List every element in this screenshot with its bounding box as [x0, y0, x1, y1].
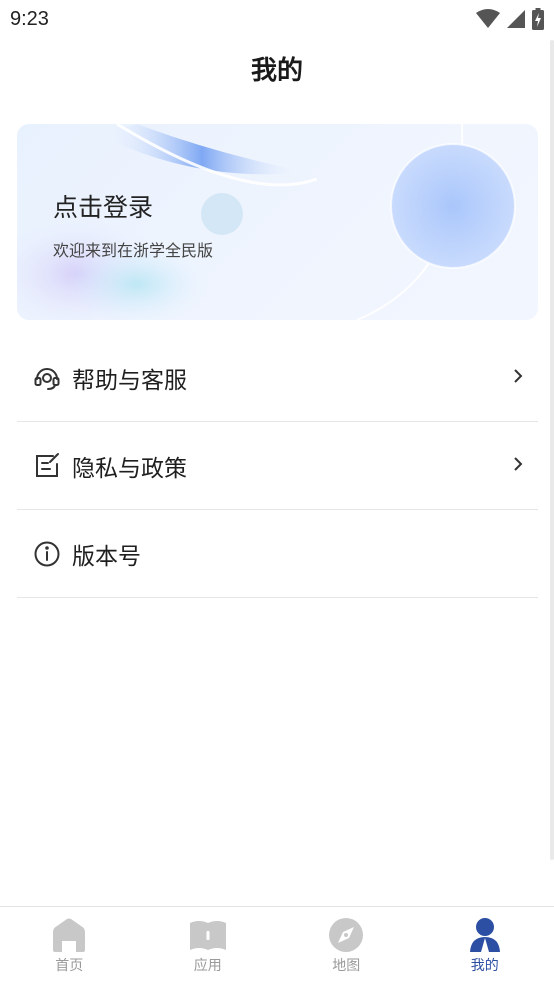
tab-label: 应用 — [194, 955, 222, 975]
tab-label: 我的 — [471, 955, 499, 975]
battery-charging-icon — [532, 8, 544, 30]
wifi-icon — [476, 9, 500, 29]
chevron-right-icon — [512, 455, 524, 477]
menu-item-label: 版本号 — [72, 537, 141, 571]
tab-bar: 首页 应用 地图 我的 — [0, 906, 554, 985]
status-time: 9:23 — [10, 8, 49, 31]
status-icons — [476, 8, 544, 30]
tab-apps[interactable]: 应用 — [139, 907, 278, 985]
tab-map[interactable]: 地图 — [277, 907, 416, 985]
compass-icon — [327, 917, 365, 953]
tab-mine[interactable]: 我的 — [416, 907, 554, 985]
menu-item-help[interactable]: 帮助与客服 — [17, 334, 538, 422]
chevron-right-icon — [512, 367, 524, 389]
cellular-signal-icon — [506, 9, 526, 29]
login-title: 点击登录 — [53, 188, 153, 224]
headset-icon — [32, 363, 62, 393]
status-bar: 9:23 — [0, 0, 554, 38]
tab-label: 首页 — [55, 955, 83, 975]
menu-item-privacy[interactable]: 隐私与政策 — [17, 422, 538, 510]
tab-label: 地图 — [332, 955, 360, 975]
tab-home[interactable]: 首页 — [0, 907, 139, 985]
scrollbar[interactable] — [550, 40, 554, 860]
login-card[interactable]: 点击登录 欢迎来到在浙学全民版 — [17, 124, 538, 320]
book-icon — [189, 917, 227, 953]
menu-item-label: 帮助与客服 — [72, 361, 187, 395]
menu-item-version[interactable]: 版本号 — [17, 510, 538, 598]
home-icon — [50, 917, 88, 953]
login-subtitle: 欢迎来到在浙学全民版 — [53, 237, 213, 261]
page-title: 我的 — [0, 50, 554, 87]
user-icon — [466, 917, 504, 953]
menu-item-label: 隐私与政策 — [72, 449, 187, 483]
edit-document-icon — [32, 451, 62, 481]
info-icon — [32, 539, 62, 569]
menu-list: 帮助与客服 隐私与政策 版本号 — [17, 334, 538, 598]
